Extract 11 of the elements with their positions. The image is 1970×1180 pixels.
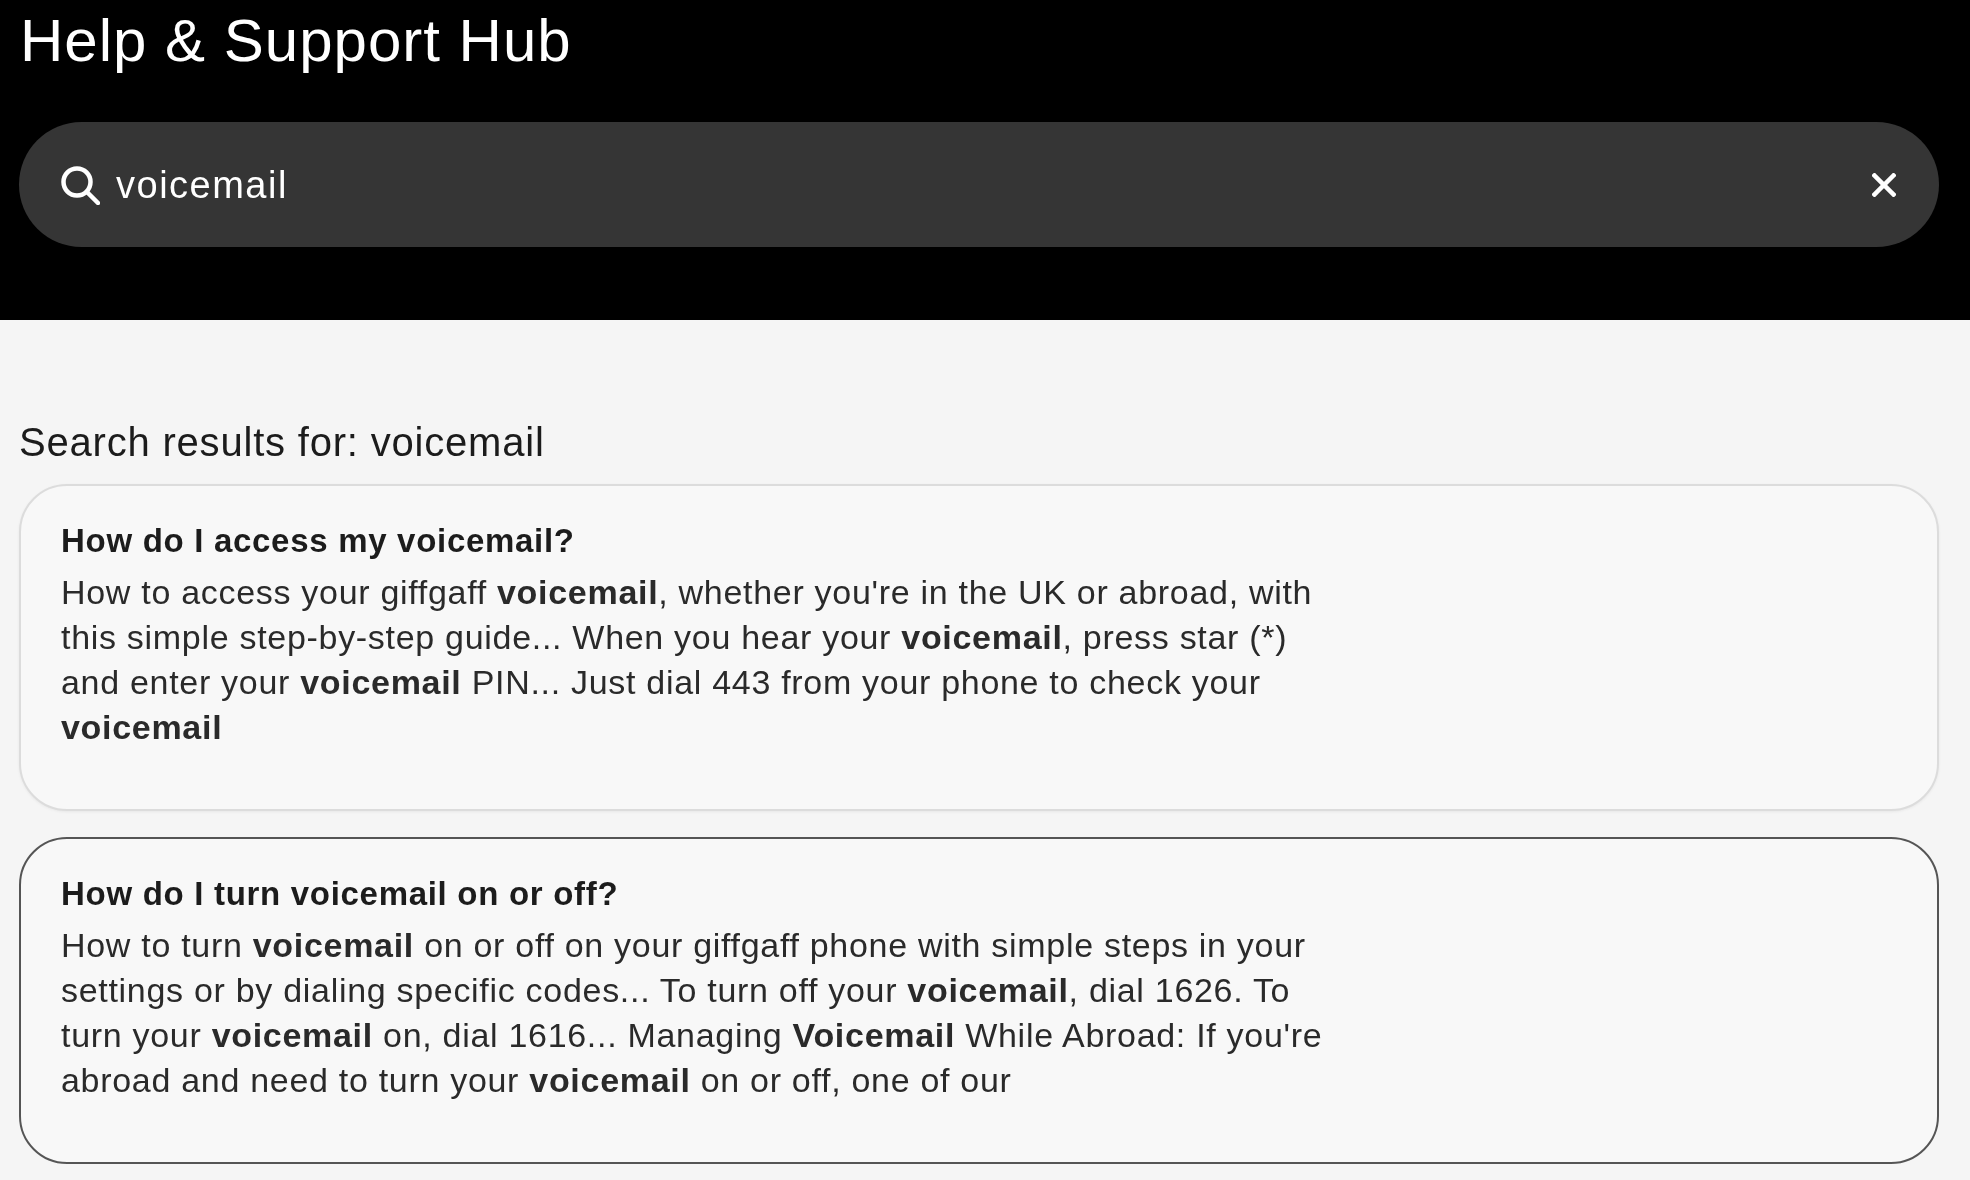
close-icon: [1872, 172, 1896, 197]
result-snippet: How to turn voicemail on or off on your giffgaff phone with simple steps in your settings or by dialing specific codes... To turn off your voicemail, dial 1626. To turn your voicemail on, dial 1616... Managing Voicemail While Abroad: If you're abroad and need to turn your voicemail on or off, one of our: [61, 925, 1324, 1101]
result-title: How do I turn voicemail on or off?: [61, 874, 620, 914]
result-snippet: How to access your giffgaff voicemail, whether you're in the UK or abroad, with this simple step-by-step guide... When you hear your voicemail, press star (*) and enter your voicemail PIN... Just dial 443 from your phone to check your voicemail: [61, 572, 1314, 748]
search-input[interactable]: voicemail: [116, 160, 1852, 209]
result-card[interactable]: [19, 837, 1939, 1164]
search-icon: [60, 164, 100, 205]
results-heading: Search results for: voicemail: [19, 422, 546, 462]
result-title: How do I access my voicemail?: [61, 521, 576, 561]
page-title: Help & Support Hub: [19, 11, 573, 71]
search-field[interactable]: voicemail: [19, 122, 1939, 247]
